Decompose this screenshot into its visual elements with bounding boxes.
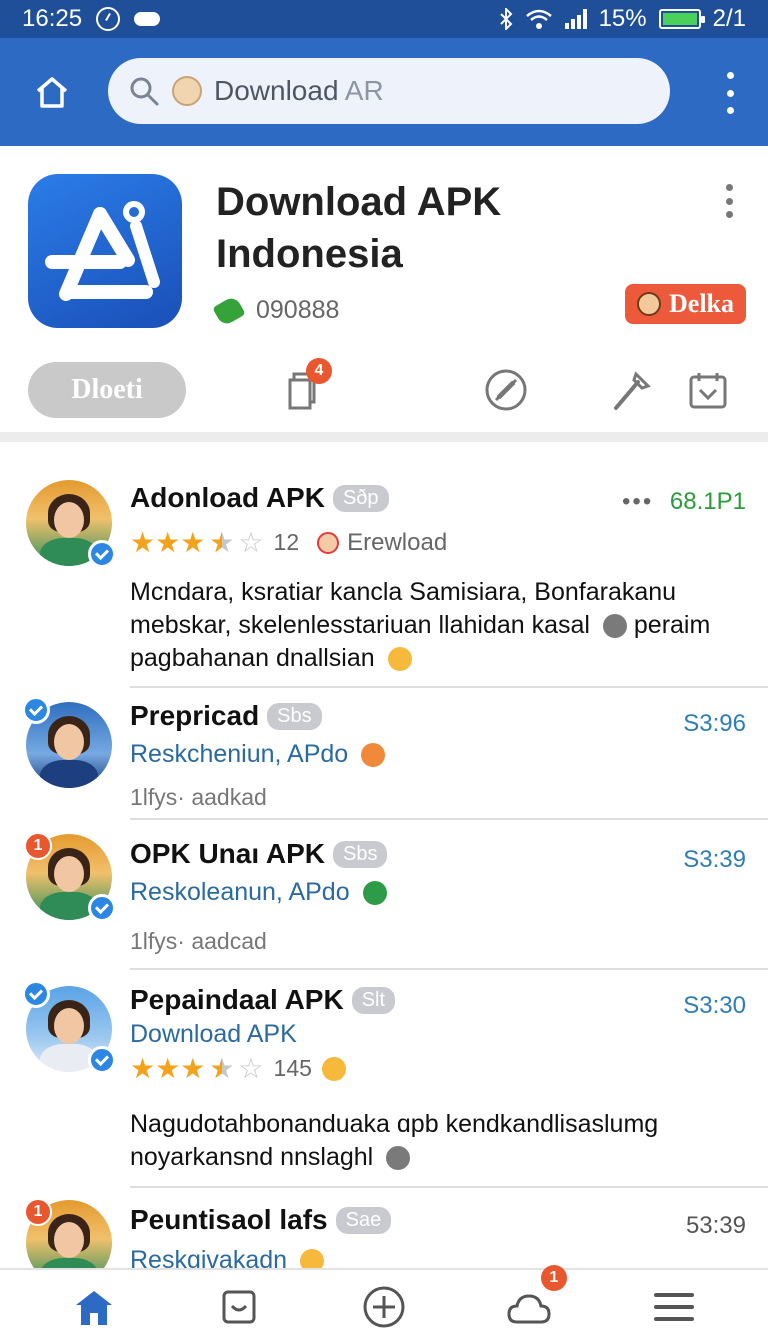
wifi-icon [525,9,552,29]
item-tag: Sbs [267,702,322,730]
rating-count: 145 [273,1055,312,1081]
rating-stars: ★★★★★☆ 145 [130,1052,346,1085]
item-tag: Slt [351,986,396,1014]
item-meta: 1lfys· aadkad [130,784,267,810]
emoji-icon [321,1056,346,1081]
verified-icon [88,540,116,568]
cloud-icon [134,12,161,26]
item-tag: Sae [335,1206,392,1234]
app-title: Download APK Indonesia [216,180,502,276]
item-name: OPK Unaı APK [130,838,325,869]
item-time: S3:39 [683,846,746,873]
app-logo-icon [45,201,160,301]
emoji-icon [361,743,386,768]
save-button[interactable] [684,366,732,414]
search-icon [130,77,159,106]
home-icon [36,77,68,108]
app-logo [28,174,182,328]
divider [130,818,768,820]
search-avatar [172,76,202,106]
count-badge: 1 [24,832,52,860]
add-icon [363,1286,405,1328]
home-button[interactable] [24,64,80,120]
search-input[interactable]: Download AR [108,58,670,124]
no-pen-button[interactable] [482,366,530,414]
count-badge: 1 [24,1198,52,1226]
item-name: Adonload APK [130,482,325,513]
item-sub: Reskcheniun, APdo [130,740,349,768]
primary-action-button[interactable]: Dloeti [28,362,186,418]
nav-notifications[interactable]: 1 [499,1265,567,1337]
divider [130,686,768,688]
rating-count: 12 [273,529,300,555]
rating-stars: ★★★★★☆ 12 Erewload [130,527,448,558]
clock-icon [96,7,121,31]
app-header: Download APK Indonesia 090888 Delka Dloe… [0,146,768,442]
no-pen-icon [485,369,527,411]
download-count-value: 090888 [256,296,340,324]
item-sub: Reskoleanun, APdo [130,878,350,906]
verified-icon [88,1046,116,1074]
search-query: Download [214,75,339,106]
divider [130,1186,768,1188]
bluetooth-icon [499,8,512,30]
verified-icon [22,980,50,1008]
item-time: S3:30 [683,992,746,1019]
emoji-icon [362,881,387,906]
emoji-icon [386,1146,411,1171]
download-icon [212,294,246,327]
app-more-button[interactable] [722,184,736,218]
tool-button[interactable] [608,366,656,414]
signal-icon [564,9,587,29]
nav-notification-badge: 1 [540,1265,567,1291]
item-time: 68.1P1 [669,488,746,515]
home-icon [76,1291,113,1325]
download-box-icon [689,373,727,409]
item-name: Pepaindaal APK [130,984,344,1015]
item-sub-label: Erewload [347,528,448,556]
erewload-icon [317,531,340,554]
battery-icon [658,9,705,29]
wrench-icon [614,371,651,410]
nav-menu[interactable] [644,1277,704,1337]
item-sub: Download APK [130,1020,297,1048]
menu-icon [653,1293,694,1321]
divider [130,968,768,970]
search-suffix: AR [344,75,384,106]
pin-icon [602,614,627,639]
verified-icon [88,894,116,922]
item-time: 53:39 [685,1212,746,1239]
item-tag: Sðp [332,484,389,512]
inbox-icon [222,1290,256,1324]
item-name: Peuntisaol lafs [130,1204,328,1235]
verified-icon [22,696,50,724]
item-tag: Sbs [333,840,388,868]
app-bar: Download AR [0,38,768,146]
developer-badge[interactable]: Delka [625,284,746,324]
battery-percent: 15% [598,5,647,32]
item-body: Mcndara, ksratiar kancla Samisiara, Bonf… [130,578,677,639]
status-time: 16:25 [22,5,83,32]
download-count: 090888 [212,294,340,327]
overflow-menu-button[interactable] [716,72,744,114]
emoji-icon [387,647,412,672]
developer-badge-label: Delka [669,289,734,318]
nav-add[interactable] [354,1277,414,1337]
notification-count-badge: 4 [306,358,332,384]
nav-inbox[interactable] [209,1277,269,1337]
item-name: Prepricad [130,700,260,731]
cloud-notification-icon [507,1294,551,1324]
item-meta: 1lfys· aadcad [130,928,267,954]
item-time: S3:96 [683,710,746,737]
status-extra: 2/1 [712,5,746,32]
nav-home[interactable] [64,1277,124,1337]
more-icon[interactable]: ••• [622,488,653,515]
status-bar: 16:25 15% 2/1 [0,0,768,38]
bottom-nav: 1 [0,1265,768,1344]
clipboard-button[interactable]: 4 [278,358,332,414]
developer-avatar-icon [637,292,661,316]
